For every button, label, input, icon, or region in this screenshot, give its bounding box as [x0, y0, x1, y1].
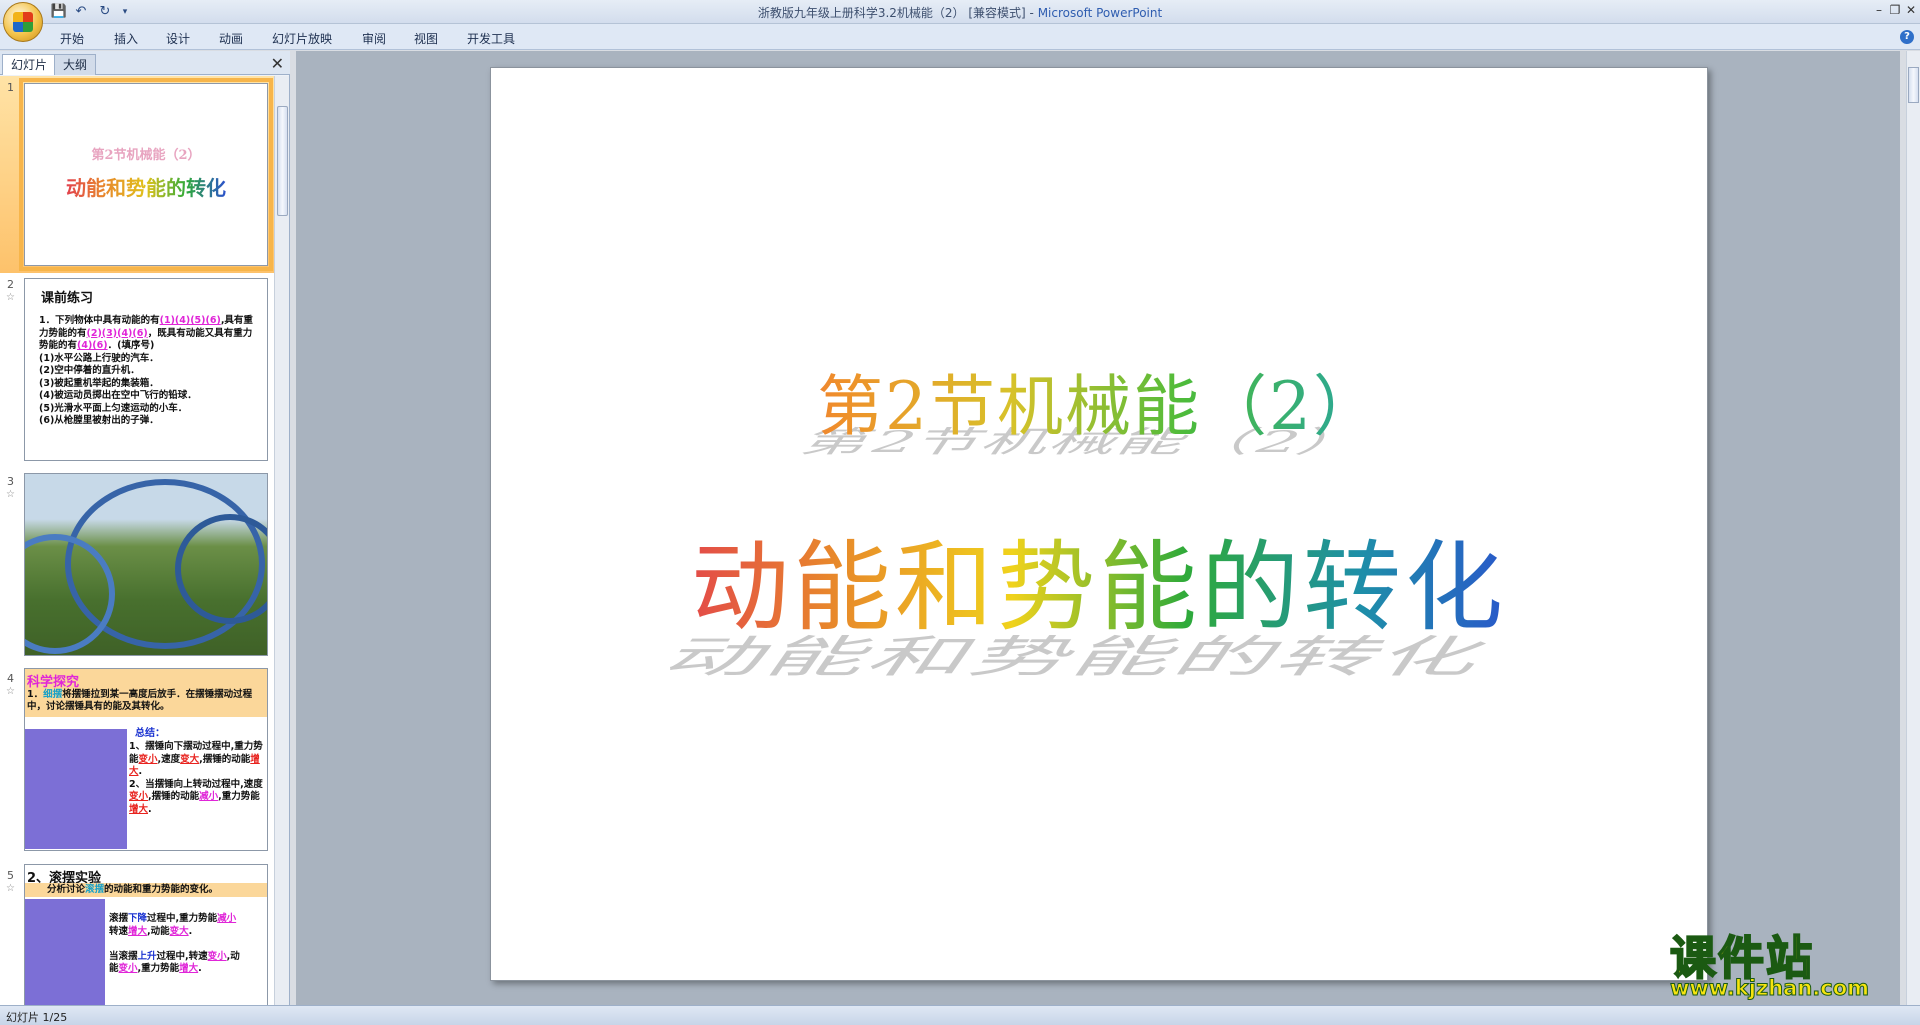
- slide-number: 2: [7, 278, 14, 291]
- title-separator: -: [1025, 6, 1038, 20]
- tab-animations[interactable]: 动画: [219, 30, 243, 47]
- slide-number: 3: [7, 475, 14, 488]
- office-button[interactable]: [3, 2, 43, 42]
- thumb-subtitle: 第2节机械能（2）: [91, 148, 201, 163]
- slide-title[interactable]: 动能和势能的转化: [491, 508, 1707, 650]
- animation-icon: ☆: [6, 686, 15, 697]
- thumbnail-row-2[interactable]: 2 ☆ 课前练习 1．下列物体中具有动能的有(1)(4)(5)(6),具有重力势…: [0, 273, 274, 470]
- scrollbar-thumb[interactable]: [1908, 67, 1919, 103]
- thumbnail-row-4[interactable]: 4 ☆ 科学探究 1．细摆将摆锤拉到某一高度后放手．在摆锤摆动过程中，讨论摆锤具…: [0, 667, 274, 864]
- yoyo-pendulum-image: [25, 899, 105, 1005]
- tab-developer[interactable]: 开发工具: [467, 30, 515, 47]
- thumb-body: 1．下列物体中具有动能的有(1)(4)(5)(6),具有重力势能的有(2)(3)…: [39, 315, 253, 426]
- slide-thumbnail-4[interactable]: 科学探究 1．细摆将摆锤拉到某一高度后放手．在摆锤摆动过程中，讨论摆锤具有的能及…: [24, 668, 268, 851]
- document-title: 浙教版九年级上册科学3.2机械能（2） [兼容模式]: [757, 6, 1026, 20]
- thumb-question: 1．细摆将摆锤拉到某一高度后放手．在摆锤摆动过程中，讨论摆锤具有的能及其转化。: [27, 689, 253, 712]
- watermark-url: www.kjzhan.com: [1669, 976, 1870, 1001]
- help-icon[interactable]: ?: [1900, 30, 1914, 44]
- tab-design[interactable]: 设计: [166, 30, 190, 47]
- tab-slideshow[interactable]: 幻灯片放映: [272, 30, 332, 47]
- tab-view[interactable]: 视图: [414, 30, 438, 47]
- close-pane-icon[interactable]: ✕: [271, 54, 284, 73]
- slide-thumbnail-3[interactable]: [24, 473, 268, 656]
- tab-insert[interactable]: 插入: [114, 30, 138, 47]
- office-logo-icon: [13, 12, 33, 32]
- thumbnail-row-5[interactable]: 5 ☆ 2、滚摆实验 分析讨论滚摆的动能和重力势能的变化。 滚摆下降过程中,重力…: [0, 864, 274, 1005]
- thumbnail-row-3[interactable]: 3 ☆: [0, 470, 274, 667]
- slides-pane: 幻灯片 大纲 ✕ 1 第2节机械能（2） 动能和势能的转化 2 ☆ 课前练习 1…: [0, 51, 290, 1005]
- slide-editor: 第2节机械能（2） 第2节机械能（2） 动能和势能的转化 动能和势能的转化: [296, 51, 1900, 1005]
- window-title: 浙教版九年级上册科学3.2机械能（2） [兼容模式] - Microsoft P…: [0, 4, 1920, 21]
- tab-home[interactable]: 开始: [60, 30, 84, 47]
- thumb-heading: 课前练习: [41, 291, 94, 306]
- yoyo-text: 滚摆下降过程中,重力势能减小 转速增大,动能变大. 当滚摆上升过程中,转速变小,…: [109, 913, 240, 974]
- summary-heading: 总结：: [135, 728, 165, 739]
- slide-thumbnail-5[interactable]: 2、滚摆实验 分析讨论滚摆的动能和重力势能的变化。 滚摆下降过程中,重力势能减小…: [24, 864, 268, 1005]
- scrollbar-thumb[interactable]: [277, 106, 288, 216]
- tab-slides[interactable]: 幻灯片: [2, 54, 57, 75]
- slide-number: 1: [7, 81, 14, 94]
- tab-outline[interactable]: 大纲: [54, 54, 97, 75]
- thumbnail-scrollbar[interactable]: [274, 76, 289, 1005]
- tab-review[interactable]: 审阅: [362, 30, 386, 47]
- thumbnail-row-1[interactable]: 1 第2节机械能（2） 动能和势能的转化: [0, 76, 274, 273]
- watermark-logo: 课件站 www.kjzhan.com: [1669, 922, 1900, 1002]
- thumb-question: 分析讨论滚摆的动能和重力势能的变化。: [47, 884, 219, 895]
- slide-indicator: 幻灯片 1/25: [6, 1011, 68, 1024]
- slide-subtitle[interactable]: 第2节机械能（2）: [491, 353, 1707, 449]
- close-button[interactable]: ✕: [1902, 2, 1920, 18]
- status-bar: 幻灯片 1/25: [0, 1005, 1920, 1025]
- title-bar: 💾 ↶ ↻ ▾ 浙教版九年级上册科学3.2机械能（2） [兼容模式] - Mic…: [0, 0, 1920, 42]
- pane-tabs: 幻灯片 大纲 ✕: [0, 51, 290, 75]
- current-slide[interactable]: 第2节机械能（2） 第2节机械能（2） 动能和势能的转化 动能和势能的转化: [490, 67, 1708, 981]
- slide-scrollbar[interactable]: [1906, 51, 1920, 1005]
- slide-thumbnail-1[interactable]: 第2节机械能（2） 动能和势能的转化: [19, 78, 273, 271]
- thumbnail-list: 1 第2节机械能（2） 动能和势能的转化 2 ☆ 课前练习 1．下列物体中具有动…: [0, 76, 274, 1005]
- animation-icon: ☆: [6, 883, 15, 894]
- thumb-heading: 科学探究: [27, 675, 80, 690]
- animation-icon: ☆: [6, 489, 15, 500]
- slide-number: 5: [7, 869, 14, 882]
- ribbon-tabs: 开始 插入 设计 动画 幻灯片放映 审阅 视图 开发工具 ?: [0, 24, 1920, 50]
- thumb-title: 动能和势能的转化: [25, 172, 267, 201]
- roller-coaster-image: [25, 474, 267, 655]
- app-name: Microsoft PowerPoint: [1037, 6, 1163, 20]
- pendulum-image: [25, 729, 127, 849]
- animation-icon: ☆: [6, 292, 15, 303]
- slide-thumbnail-2[interactable]: 课前练习 1．下列物体中具有动能的有(1)(4)(5)(6),具有重力势能的有(…: [24, 278, 268, 461]
- summary-text: 1、摆锤向下摆动过程中,重力势能变小,速度变大,摆锤的动能增大. 2、当摆锤向上…: [129, 741, 263, 815]
- slide-number: 4: [7, 672, 14, 685]
